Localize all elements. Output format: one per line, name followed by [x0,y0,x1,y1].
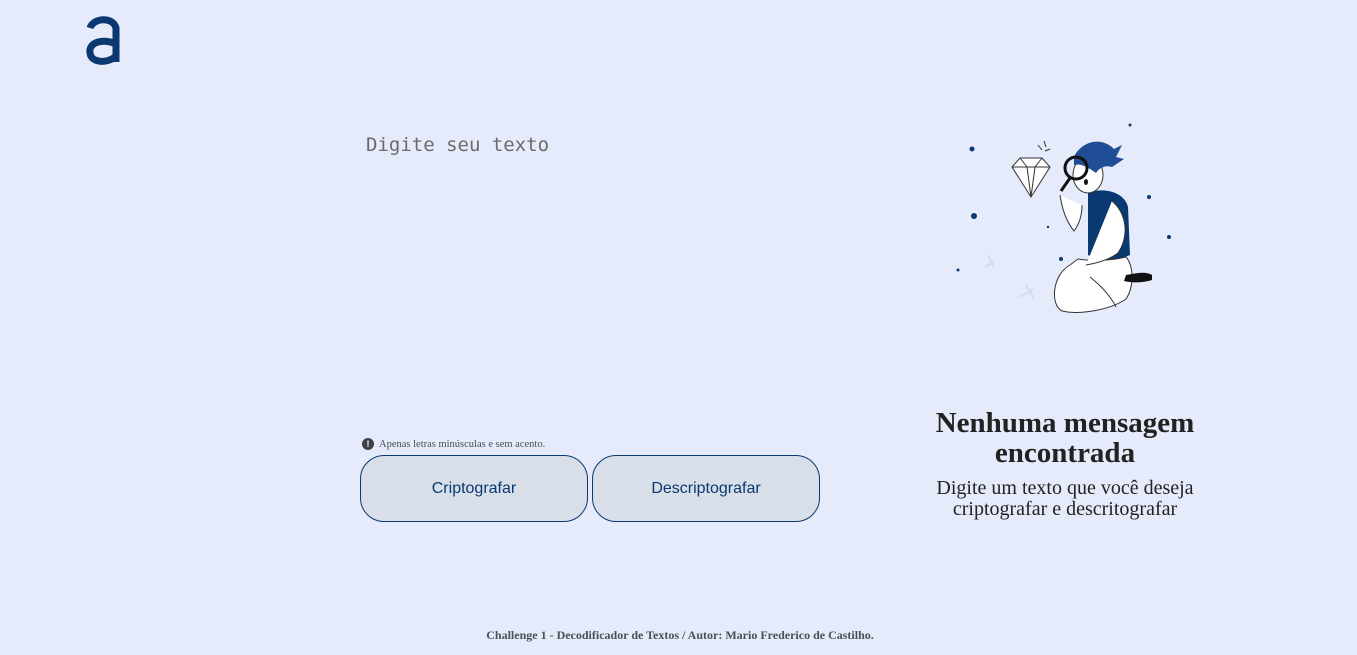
output-title: Nenhuma mensagem encontrada [935,407,1195,469]
alura-logo-icon[interactable] [84,14,122,66]
exclamation-circle-icon: ! [362,438,374,450]
encrypt-button-label: Criptografar [431,479,517,497]
decrypt-button[interactable]: Descriptografar [592,455,820,522]
output-subtitle: Digite um texto que você deseja criptogr… [936,477,1194,520]
person-magnifying-glass-illustration [956,123,1171,313]
encrypt-button[interactable]: Criptografar [360,455,588,522]
hint-text: Apenas letras minúsculas e sem acento. [379,438,546,450]
decrypt-button-label: Descriptografar [651,479,761,497]
footer-text: Challenge 1 - Decodificador de Textos / … [486,628,874,642]
message-input[interactable] [362,134,832,424]
diamond-icon [1011,157,1051,198]
input-hint: ! Apenas letras minúsculas e sem acento. [362,438,545,450]
